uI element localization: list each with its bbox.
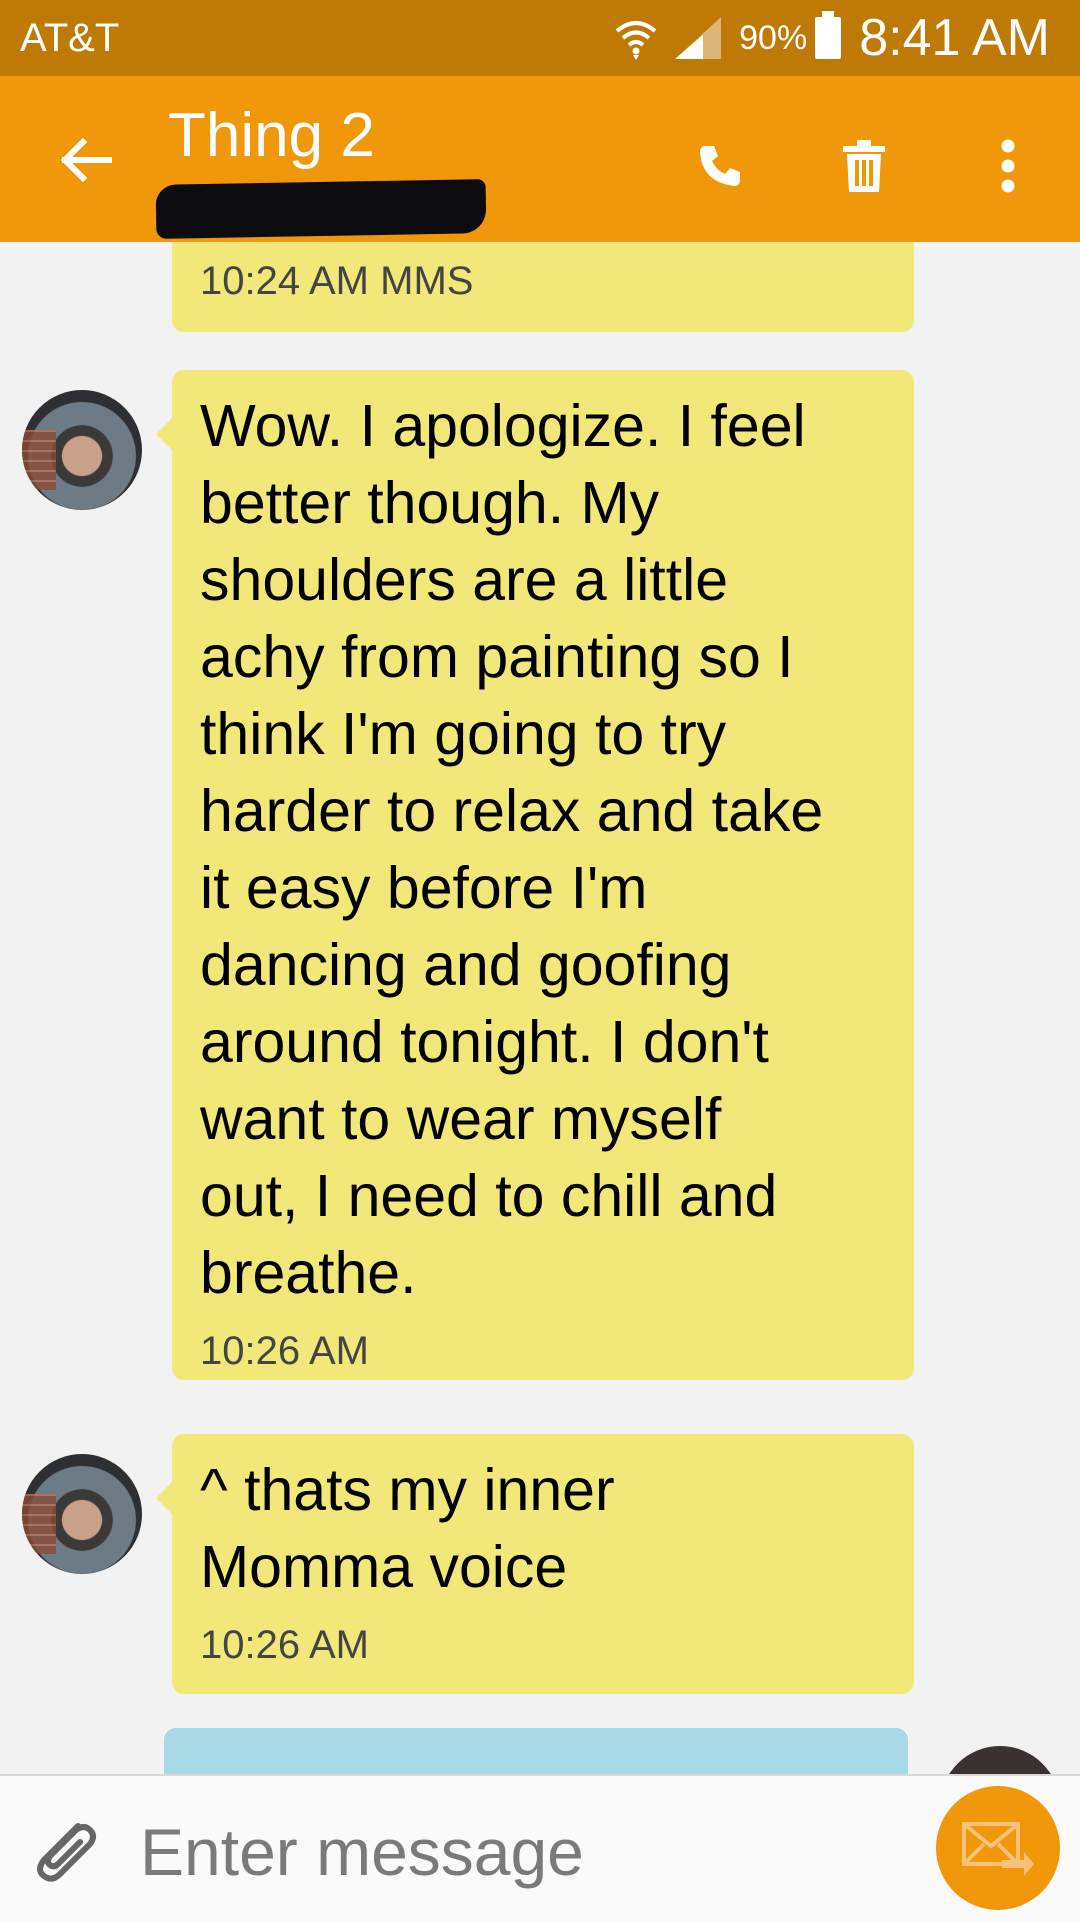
- avatar[interactable]: [22, 1454, 142, 1574]
- message-text: ^ thats my inner Momma voice: [200, 1457, 615, 1600]
- message-text: Wow. I apologize. I feel better though. …: [200, 393, 824, 1306]
- avatar[interactable]: [22, 390, 142, 510]
- status-indicators: 90% 8:41 AM: [613, 0, 1050, 76]
- battery-icon: [815, 11, 842, 59]
- more-options-button[interactable]: [968, 126, 1048, 206]
- message-thread[interactable]: 10:24 AM MMS Wow. I apologize. I feel be…: [0, 242, 1080, 1774]
- conversation-header: Thing 2: [0, 76, 1080, 242]
- trash-icon: [843, 140, 885, 192]
- message-timestamp: 10:24 AM MMS: [200, 259, 474, 303]
- message-timestamp: 10:26 AM: [200, 1329, 370, 1373]
- call-button[interactable]: [680, 126, 760, 206]
- back-button[interactable]: [46, 120, 126, 200]
- carrier-label: AT&T: [20, 16, 120, 60]
- send-button[interactable]: [936, 1786, 1060, 1910]
- message-bubble[interactable]: 10:24 AM MMS: [172, 242, 914, 332]
- status-bar: AT&T 90% 8:41 AM: [0, 0, 1080, 76]
- send-mail-icon: [962, 1822, 1034, 1876]
- message-input[interactable]: [138, 1806, 922, 1898]
- more-vert-icon: [1001, 139, 1015, 193]
- delete-button[interactable]: [824, 126, 904, 206]
- contact-name: Thing 2: [168, 101, 375, 170]
- redaction-mark: [155, 179, 487, 239]
- status-clock: 8:41 AM: [859, 9, 1050, 67]
- wifi-icon: [615, 21, 657, 60]
- outgoing-message-bubble[interactable]: [164, 1728, 908, 1774]
- message-timestamp: 10:26 AM: [200, 1623, 370, 1667]
- attach-button[interactable]: [26, 1812, 106, 1892]
- cell-signal-icon: [675, 17, 722, 59]
- back-arrow-icon: [60, 137, 112, 183]
- battery-percent: 90%: [739, 18, 808, 57]
- message-composer: [0, 1774, 1080, 1922]
- message-bubble[interactable]: ^ thats my inner Momma voice 10:26 AM: [156, 1434, 914, 1694]
- avatar[interactable]: [940, 1746, 1060, 1774]
- message-bubble[interactable]: Wow. I apologize. I feel better though. …: [156, 370, 914, 1380]
- phone-icon: [700, 146, 740, 186]
- paperclip-icon: [37, 1823, 96, 1882]
